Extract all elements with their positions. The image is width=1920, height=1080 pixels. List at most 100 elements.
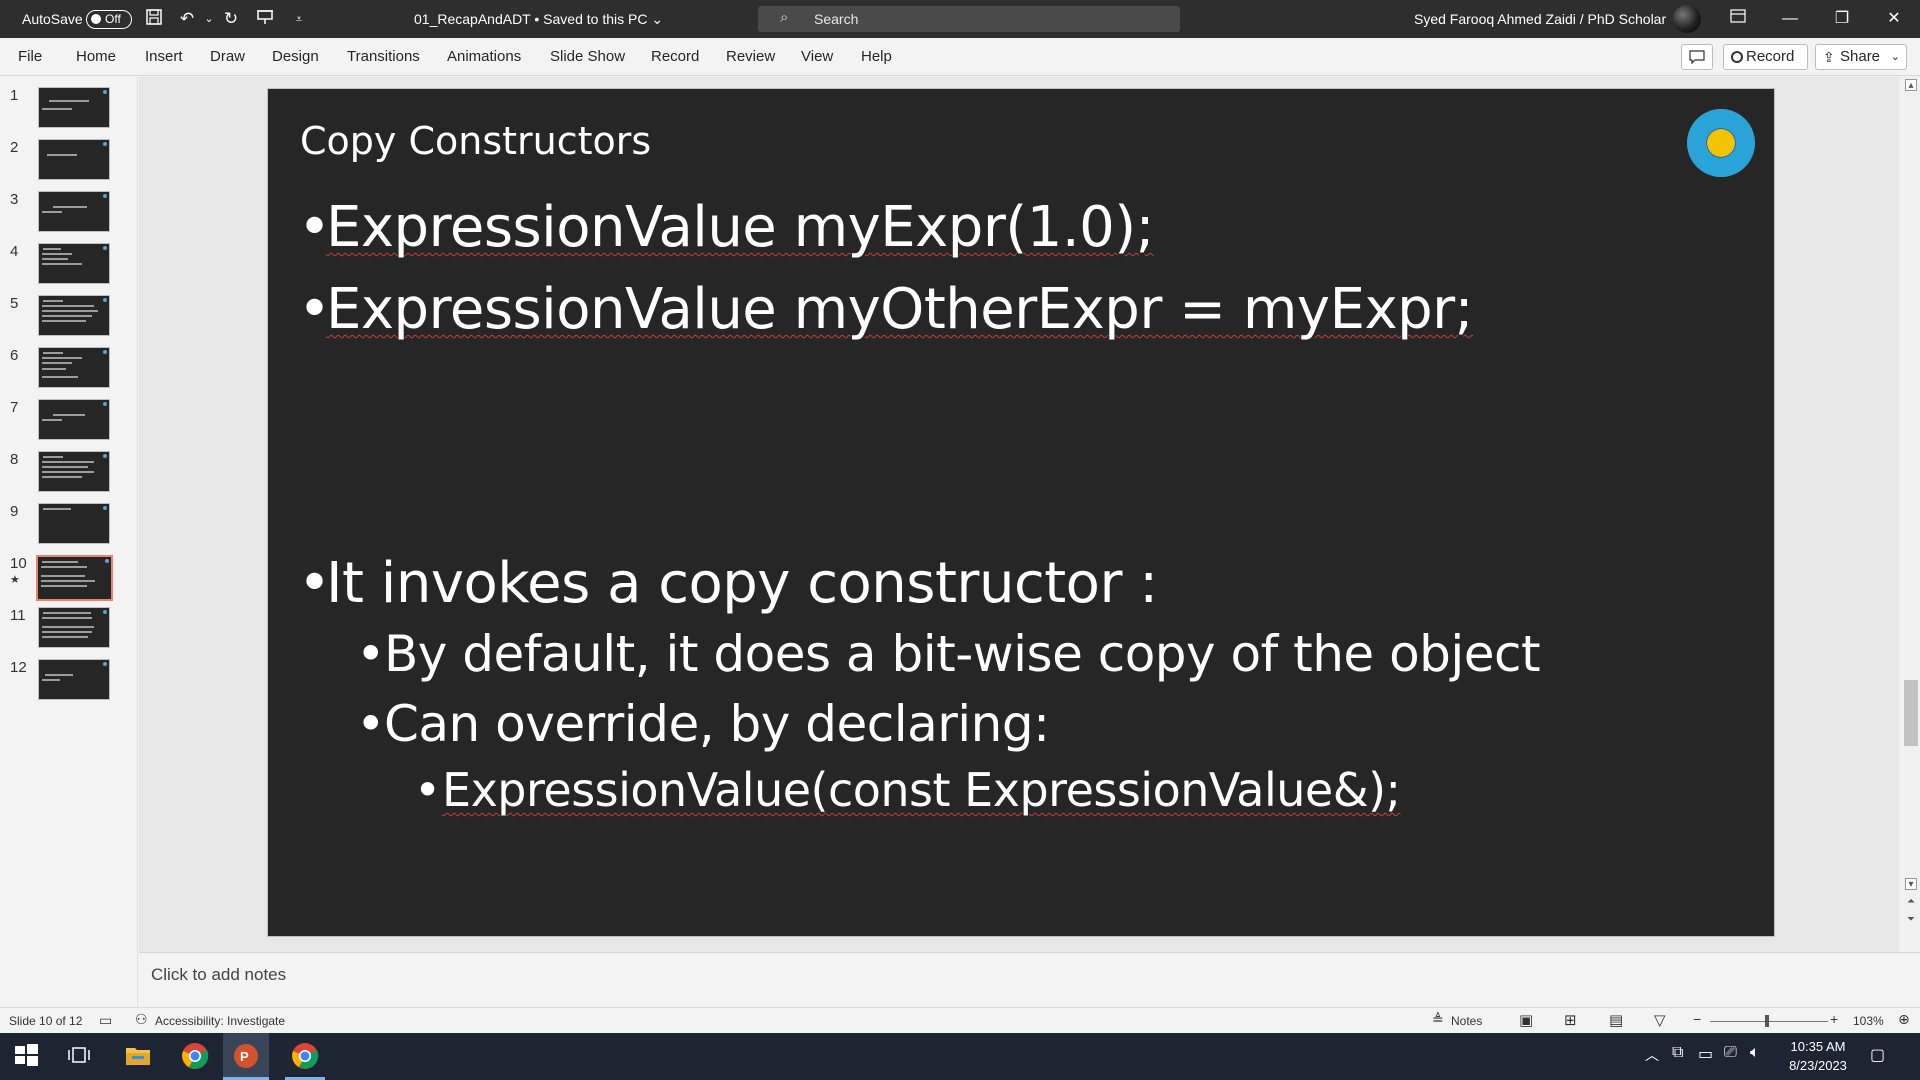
thumbnail-text-line <box>42 211 62 213</box>
slide-number-11: 11 <box>10 607 26 624</box>
slide-show-icon[interactable]: ▽ <box>1654 1011 1666 1029</box>
thumbnail-text-line <box>45 674 73 676</box>
slide-thumbnail-3[interactable] <box>38 191 110 232</box>
bullet-6[interactable]: •ExpressionValue(const ExpressionValue&)… <box>414 763 1401 817</box>
svg-text:P: P <box>240 1049 249 1064</box>
notes-pane[interactable]: Click to add notes <box>139 952 1920 1007</box>
tab-home[interactable]: Home <box>76 48 116 65</box>
avatar[interactable] <box>1673 5 1701 33</box>
redo-icon[interactable]: ↻ <box>220 8 242 30</box>
fit-to-window-icon[interactable]: ⊕ <box>1898 1011 1910 1028</box>
bullet-4-text: By default, it does a bit-wise copy of t… <box>384 625 1541 683</box>
slide-thumbnail-6[interactable] <box>38 347 110 388</box>
autosave-toggle[interactable]: Off <box>86 10 132 29</box>
file-explorer-icon[interactable] <box>124 1042 154 1072</box>
slide-thumbnail-11[interactable] <box>38 607 110 648</box>
accessibility-status[interactable]: Accessibility: Investigate <box>155 1014 285 1028</box>
ribbon-tabs: File Home Insert Draw Design Transitions… <box>0 38 1920 76</box>
thumbnail-text-line <box>42 419 62 421</box>
task-view-icon[interactable] <box>66 1042 96 1072</box>
slide-thumbnail-4[interactable] <box>38 243 110 284</box>
restore-icon[interactable]: ❐ <box>1827 6 1857 32</box>
notification-center-icon[interactable]: ▢ <box>1870 1045 1900 1075</box>
tab-review[interactable]: Review <box>726 48 775 65</box>
bullet-3[interactable]: •It invokes a copy constructor : <box>298 551 1158 616</box>
reading-view-icon[interactable]: ▤ <box>1609 1011 1623 1029</box>
slide-thumbnail-10[interactable] <box>36 555 113 601</box>
tab-design[interactable]: Design <box>272 48 319 65</box>
slide-number-9: 9 <box>10 503 19 520</box>
scrollbar-thumb[interactable] <box>1904 680 1918 746</box>
slide-thumbnail-7[interactable] <box>38 399 110 440</box>
slide-thumbnail-1[interactable] <box>38 87 110 128</box>
user-name[interactable]: Syed Farooq Ahmed Zaidi / PhD Scholar <box>1414 11 1666 27</box>
search-box[interactable]: ⌕ Search <box>758 6 1180 32</box>
tab-file[interactable]: File <box>18 48 42 65</box>
zoom-level[interactable]: 103% <box>1853 1014 1884 1028</box>
bullet-5-text: Can override, by declaring: <box>384 695 1050 753</box>
tab-insert[interactable]: Insert <box>145 48 183 65</box>
slide-thumbnail-8[interactable] <box>38 451 110 492</box>
show-hidden-icons-icon[interactable]: ︿ <box>1645 1045 1675 1075</box>
slide-sorter-icon[interactable]: ⊞ <box>1564 1011 1577 1029</box>
tab-animations[interactable]: Animations <box>447 48 521 65</box>
customize-toolbar-icon[interactable]: ⩡ <box>288 8 310 30</box>
tab-record[interactable]: Record <box>651 48 699 65</box>
volume-icon[interactable]: 🔈︎ <box>1750 1044 1780 1074</box>
slide-thumbnail-12[interactable] <box>38 659 110 700</box>
current-slide[interactable]: Copy Constructors •ExpressionValue myExp… <box>267 88 1775 937</box>
bullet-4[interactable]: •By default, it does a bit-wise copy of … <box>356 625 1541 683</box>
save-icon[interactable] <box>143 8 165 30</box>
tab-transitions[interactable]: Transitions <box>347 48 420 65</box>
tab-draw[interactable]: Draw <box>210 48 245 65</box>
vertical-scrollbar[interactable]: ▴ ▾ ⏶ ⏷ <box>1902 77 1920 952</box>
slide-thumbnail-5[interactable] <box>38 295 110 336</box>
ribbon-display-icon[interactable] <box>1723 6 1753 32</box>
bullet-2-text: ExpressionValue myOtherExpr = myExpr; <box>326 277 1474 342</box>
document-title[interactable]: 01_RecapAndADT • Saved to this PC ⌄ <box>414 11 663 28</box>
scroll-up-icon[interactable]: ▴ <box>1905 79 1917 91</box>
bullet-2[interactable]: •ExpressionValue myOtherExpr = myExpr; <box>298 277 1474 342</box>
tab-slide-show[interactable]: Slide Show <box>550 48 625 65</box>
system-clock[interactable]: 10:35 AM 8/23/2023 <box>1778 1037 1858 1075</box>
notes-toggle[interactable]: Notes <box>1451 1014 1482 1028</box>
minimize-icon[interactable]: — <box>1775 6 1805 32</box>
notes-icon[interactable]: ≜ <box>1432 1011 1444 1028</box>
chrome-icon[interactable] <box>181 1042 211 1072</box>
thumbnail-marker-icon <box>103 194 107 198</box>
accessibility-icon[interactable]: ⚇ <box>135 1011 148 1028</box>
slide-title[interactable]: Copy Constructors <box>300 119 651 163</box>
comments-button[interactable] <box>1681 44 1713 70</box>
chrome-window-icon[interactable] <box>285 1033 325 1080</box>
thumbnail-text-line <box>53 414 85 416</box>
normal-view-icon[interactable]: ▣ <box>1519 1011 1533 1029</box>
spelling-check-icon[interactable]: ▭ <box>99 1012 112 1029</box>
bullet-5[interactable]: •Can override, by declaring: <box>356 695 1050 753</box>
tab-view[interactable]: View <box>801 48 833 65</box>
powerpoint-taskbar-icon[interactable]: P <box>223 1033 269 1080</box>
close-icon[interactable]: ✕ <box>1879 6 1909 32</box>
slide-thumbnail-9[interactable] <box>38 503 110 544</box>
undo-icon[interactable]: ↶ <box>176 8 198 30</box>
slide-thumbnail-2[interactable] <box>38 139 110 180</box>
undo-dropdown-icon[interactable]: ⌄ <box>198 8 220 30</box>
windows-start-icon[interactable] <box>13 1042 43 1072</box>
previous-slide-icon[interactable]: ⏶ <box>1905 896 1917 908</box>
share-button[interactable]: ⇪ Share ⌄ <box>1815 44 1907 70</box>
thumbnail-text-line <box>42 617 92 619</box>
slide-thumbnails-pane[interactable]: 1 2 3 4 5 6 7 8 9 10 ★ 11 12 <box>0 77 138 1007</box>
zoom-slider[interactable] <box>1710 1021 1828 1022</box>
present-icon[interactable] <box>254 8 276 30</box>
bullet-1[interactable]: •ExpressionValue myExpr(1.0); <box>298 195 1154 260</box>
record-button[interactable]: Record <box>1723 44 1808 70</box>
next-slide-icon[interactable]: ⏷ <box>1905 914 1917 926</box>
zoom-out-icon[interactable]: − <box>1693 1011 1701 1027</box>
zoom-in-icon[interactable]: + <box>1830 1011 1838 1027</box>
zoom-slider-knob[interactable] <box>1765 1015 1769 1027</box>
scroll-down-icon[interactable]: ▾ <box>1905 878 1917 890</box>
bullet-1-text: ExpressionValue myExpr(1.0); <box>326 195 1154 260</box>
autosave-label: AutoSave <box>22 11 83 27</box>
thumbnail-text-line <box>41 566 87 568</box>
tab-help[interactable]: Help <box>861 48 892 65</box>
thumbnail-text-line <box>42 362 72 364</box>
